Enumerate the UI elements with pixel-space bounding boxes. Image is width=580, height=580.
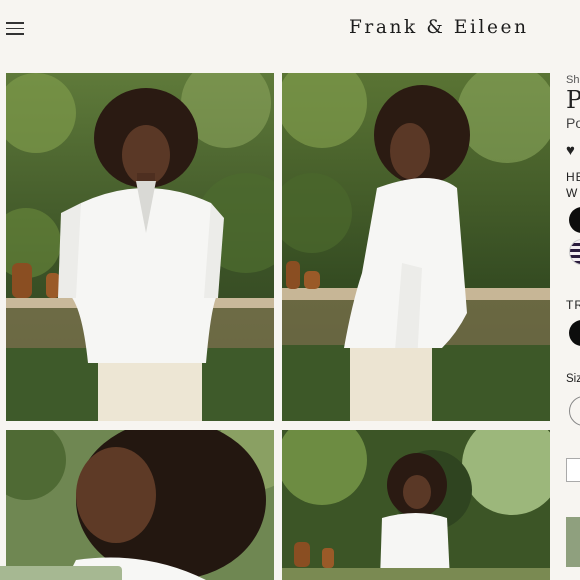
size-option-button[interactable]: X [569,396,580,426]
trim-label: TR [566,298,580,312]
hamburger-menu-icon[interactable] [6,22,24,35]
swatch-stripe[interactable] [569,239,580,265]
menu-bar [6,22,24,24]
product-title: P [566,86,580,114]
promo-tab[interactable] [0,566,122,580]
color-value: W [566,186,579,200]
color-label: HE [566,170,580,184]
swatch-black[interactable] [569,207,580,233]
product-photo-full[interactable] [282,430,550,580]
product-info-panel: Sh P Po ♥ HE W TR Siz X [560,62,580,580]
heart-icon[interactable]: ♥ [566,142,575,159]
quantity-field[interactable] [566,458,580,482]
menu-bar [6,27,24,30]
breadcrumb[interactable]: Sh [566,74,579,86]
product-photo-closeup[interactable] [6,430,274,580]
swatch-black-trim[interactable] [569,320,580,346]
product-subtitle: Po [566,115,580,131]
site-header: Frank & Eileen [0,0,580,62]
add-to-bag-button[interactable] [566,517,580,567]
product-photo-front[interactable] [6,73,274,421]
brand-logo[interactable]: Frank & Eileen [349,17,529,38]
menu-bar [6,33,24,35]
size-label: Siz [566,373,580,385]
product-photo-side[interactable] [282,73,550,421]
